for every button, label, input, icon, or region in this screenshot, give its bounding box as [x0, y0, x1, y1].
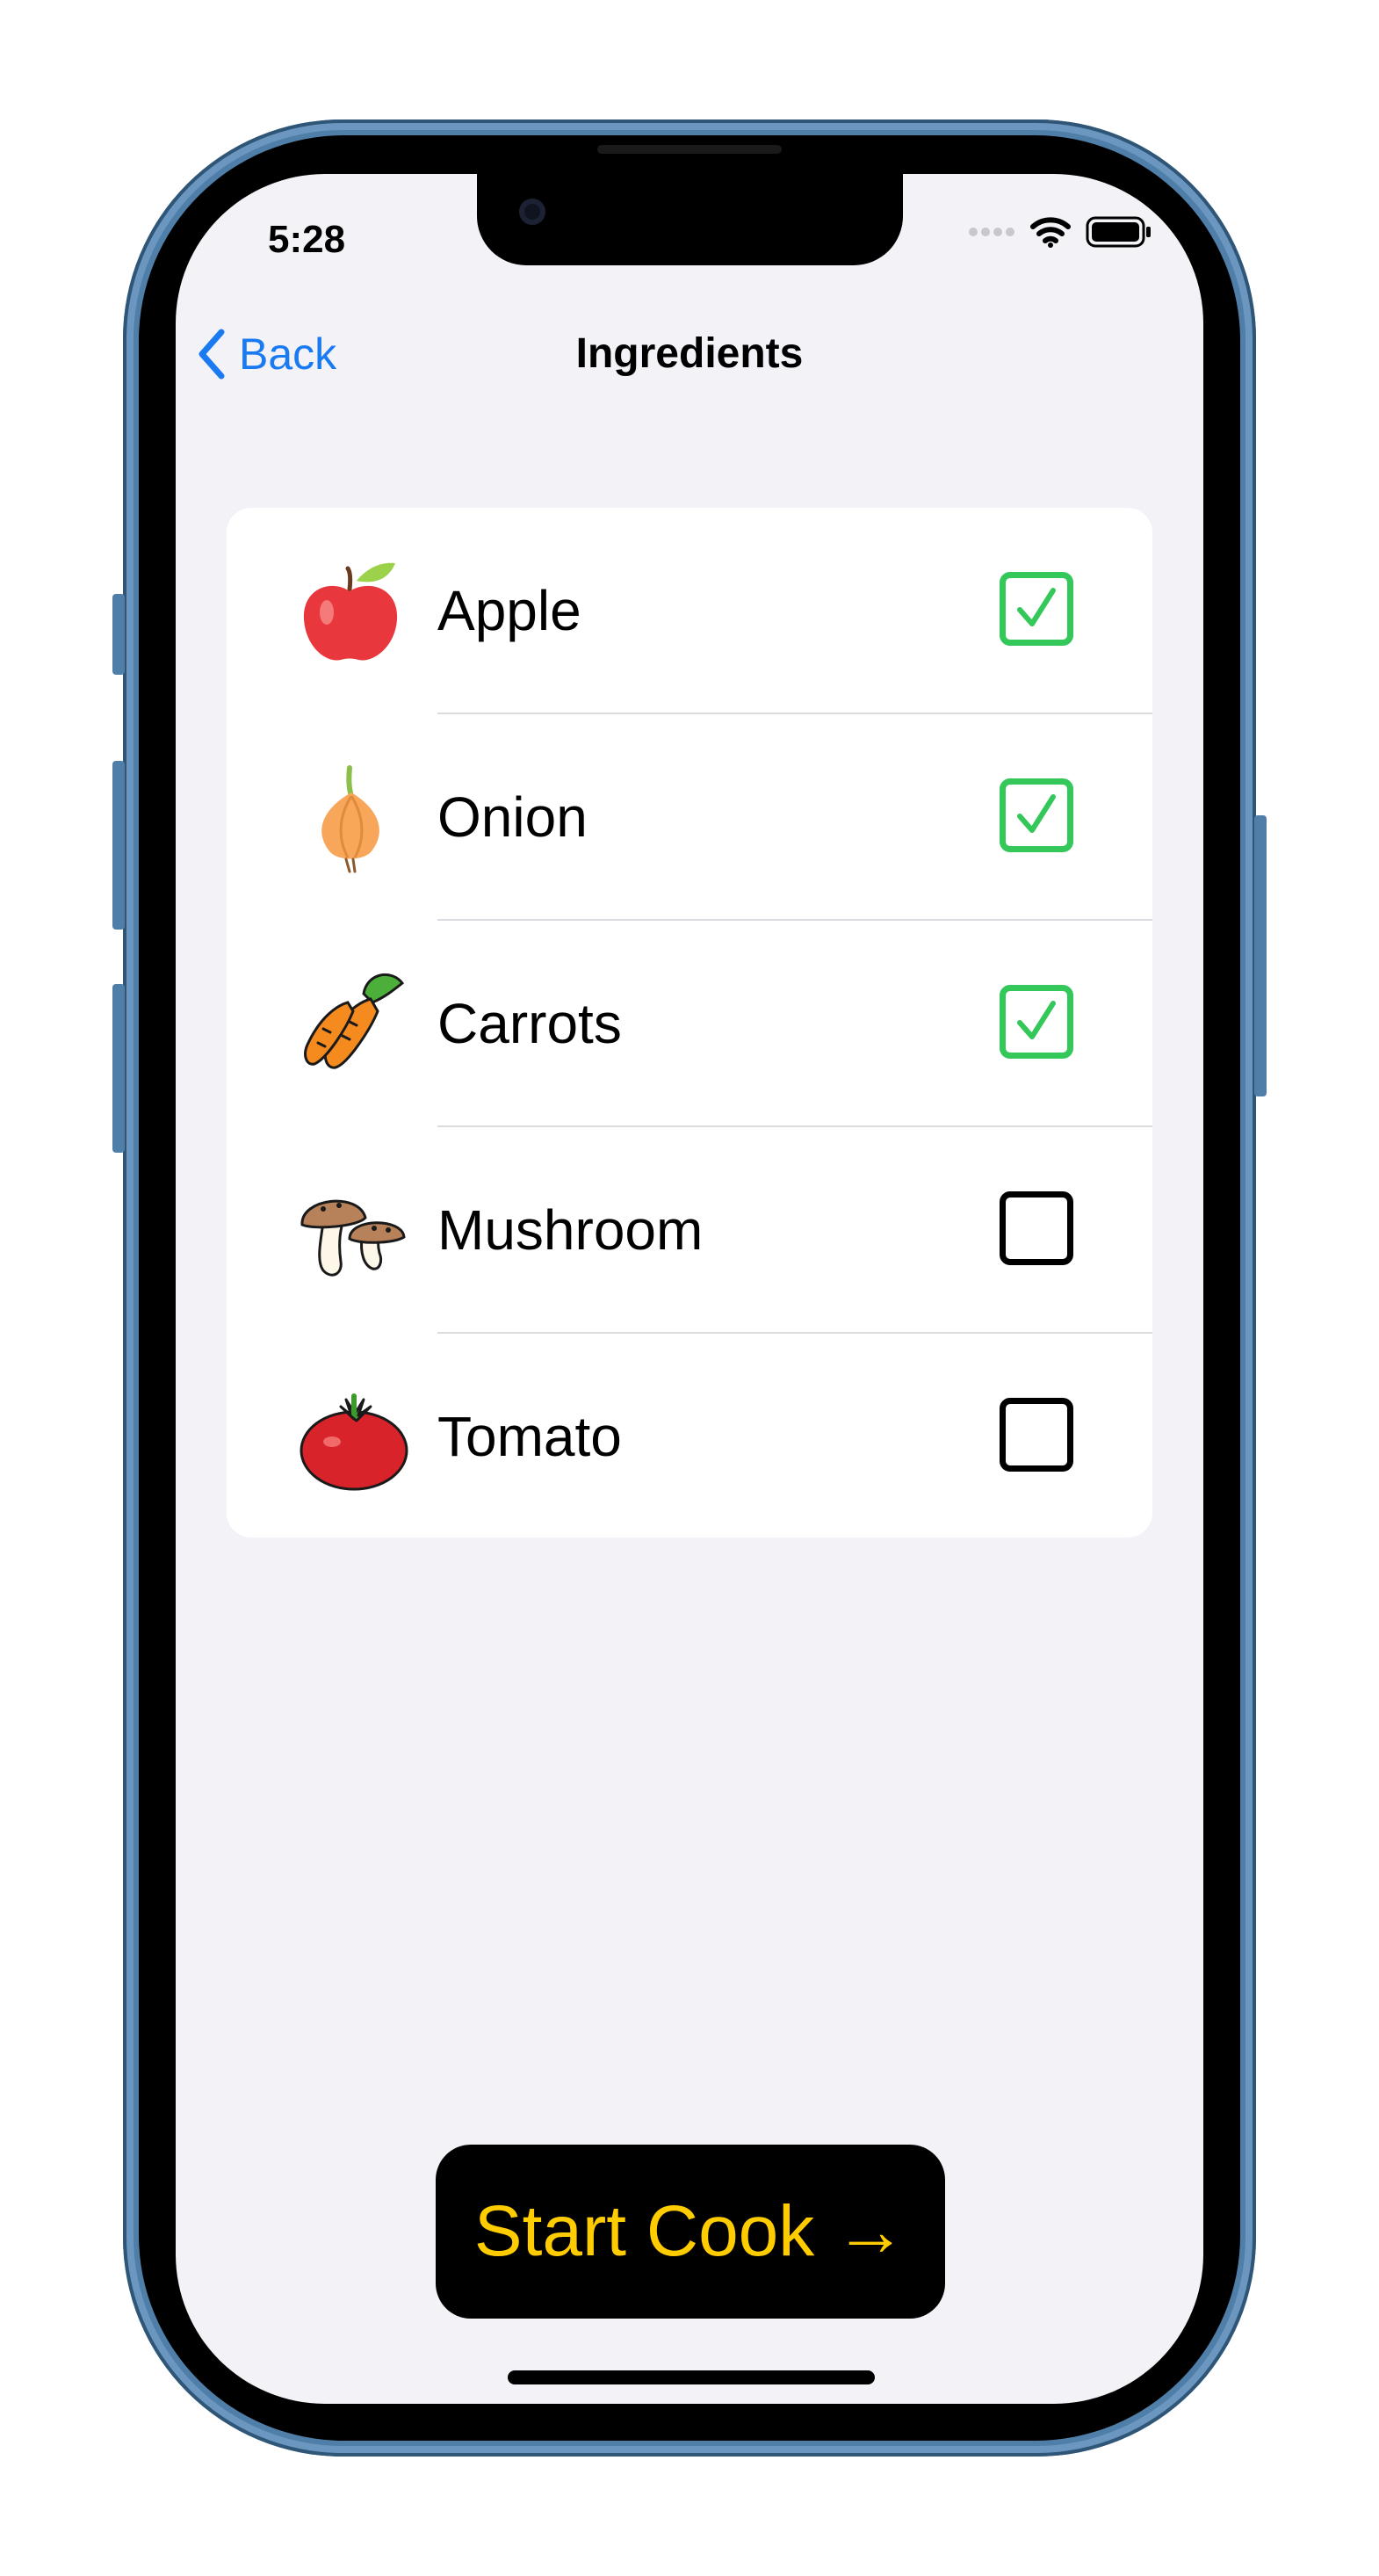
start-cook-button[interactable]: Start Cook →: [436, 2145, 945, 2319]
list-item-tomato[interactable]: Tomato: [227, 1334, 1152, 1538]
status-time: 5:28: [268, 218, 346, 261]
checkbox-unchecked[interactable]: [1000, 1191, 1073, 1265]
volume-up-button: [112, 761, 125, 930]
ingredient-name: Tomato: [437, 1405, 622, 1468]
status-icons: [968, 216, 1152, 248]
ingredient-name: Carrots: [437, 992, 622, 1055]
list-item-apple[interactable]: Apple: [227, 508, 1152, 714]
signal-dots-icon: [969, 228, 1014, 236]
checkbox-unchecked[interactable]: [1000, 1398, 1073, 1472]
checkmark-icon: [1017, 794, 1056, 833]
power-button: [1254, 815, 1267, 1096]
front-camera: [519, 199, 545, 225]
earpiece-speaker: [597, 145, 782, 154]
checkbox-checked[interactable]: [1000, 985, 1073, 1059]
apple-icon: [303, 562, 398, 661]
checkmark-icon: [1017, 1001, 1056, 1039]
carrot-icon: [304, 973, 405, 1069]
navigation-bar: Back Ingredients: [176, 323, 1203, 385]
checkbox-checked[interactable]: [1000, 778, 1073, 852]
ingredient-name: Mushroom: [437, 1198, 704, 1262]
silent-switch: [112, 594, 125, 675]
home-indicator[interactable]: [508, 2370, 875, 2384]
page-title: Ingredients: [575, 330, 804, 377]
list-item-mushroom[interactable]: Mushroom: [227, 1127, 1152, 1334]
battery-icon: [1086, 216, 1151, 248]
ingredient-name: Apple: [437, 579, 581, 642]
tomato-icon: [300, 1393, 408, 1491]
notch: [477, 174, 903, 265]
onion-icon: [321, 765, 379, 873]
volume-down-button: [112, 984, 125, 1153]
checkbox-checked[interactable]: [1000, 572, 1073, 646]
wifi-icon: [1030, 217, 1071, 248]
list-item-onion[interactable]: Onion: [227, 714, 1152, 921]
mushroom-icon: [300, 1199, 406, 1277]
screen: 5:28 Back Ingredients Apple Onion Carrot…: [176, 174, 1203, 2404]
checkmark-icon: [1017, 588, 1056, 626]
ingredient-name: Onion: [437, 785, 588, 849]
list-item-carrots[interactable]: Carrots: [227, 921, 1152, 1127]
ingredients-list: Apple Onion Carrots Mushroom Tomato: [227, 508, 1152, 1538]
